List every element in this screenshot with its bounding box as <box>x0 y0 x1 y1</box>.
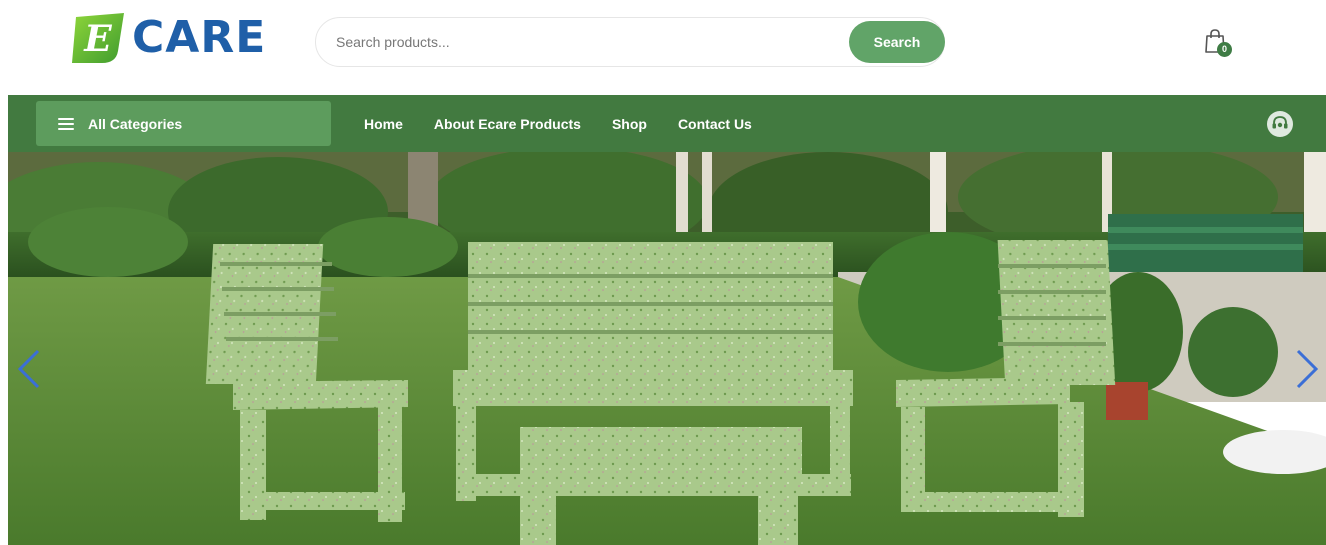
nav-item-home[interactable]: Home <box>364 116 403 132</box>
headset-support-icon[interactable] <box>1266 110 1294 138</box>
nav-item-about[interactable]: About Ecare Products <box>434 116 581 132</box>
svg-text:E: E <box>83 18 112 60</box>
nav-menu: Home About Ecare Products Shop Contact U… <box>364 95 783 152</box>
brand-logo[interactable]: E CARE <box>68 10 283 66</box>
search-input[interactable] <box>336 18 836 66</box>
cart-button[interactable]: 0 <box>1203 28 1235 60</box>
hero-slider <box>8 152 1326 545</box>
cart-count-badge: 0 <box>1217 42 1232 57</box>
nav-item-shop[interactable]: Shop <box>612 116 647 132</box>
hero-banner-image <box>8 152 1326 545</box>
leaf-logo-icon: E <box>72 13 124 63</box>
all-categories-button[interactable]: All Categories <box>36 101 331 146</box>
search-button[interactable]: Search <box>849 21 945 63</box>
brand-logo-text: CARE <box>132 12 267 63</box>
hamburger-icon <box>58 117 74 130</box>
site-header: E CARE Search 0 <box>0 0 1326 95</box>
all-categories-label: All Categories <box>88 115 183 132</box>
main-navigation: All Categories Home About Ecare Products… <box>8 95 1326 152</box>
chevron-right-icon[interactable] <box>1292 347 1322 391</box>
nav-item-contact[interactable]: Contact Us <box>678 116 752 132</box>
search-bar: Search <box>315 17 945 67</box>
chevron-left-icon[interactable] <box>14 347 44 391</box>
